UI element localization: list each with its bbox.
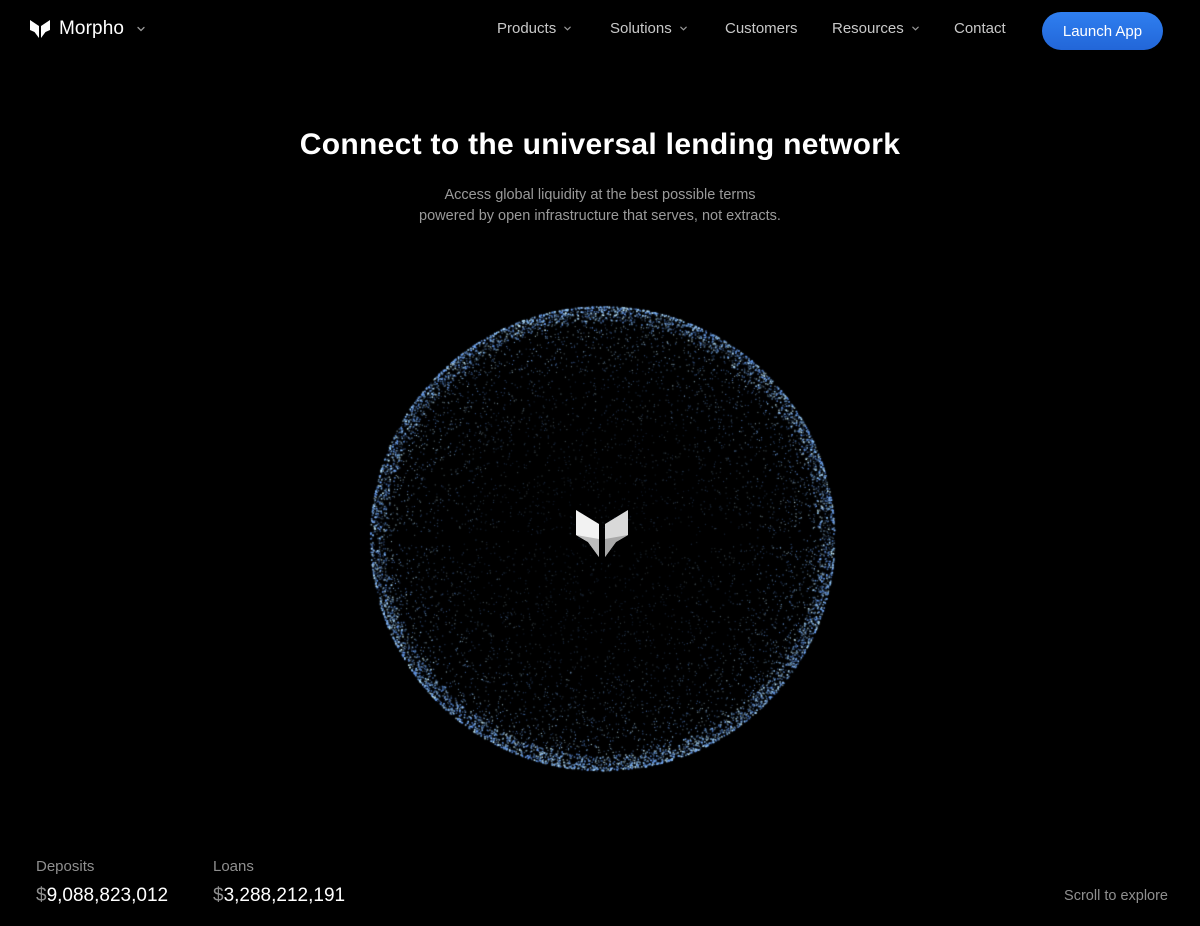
scroll-to-explore[interactable]: Scroll to explore: [1064, 888, 1168, 904]
loans-value: $3,288,212,191: [213, 885, 345, 907]
loans-stat: Loans $3,288,212,191: [213, 858, 345, 907]
deposits-value: $9,088,823,012: [36, 885, 168, 907]
deposits-stat: Deposits $9,088,823,012: [36, 858, 168, 907]
nav-item-label: Solutions: [610, 20, 672, 37]
currency-symbol: $: [213, 885, 224, 906]
hero-subtitle-line-2: powered by open infrastructure that serv…: [419, 208, 781, 224]
launch-app-button[interactable]: Launch App: [1042, 12, 1163, 50]
nav-item-customers[interactable]: Customers: [725, 20, 798, 37]
butterfly-logo-icon: [30, 20, 50, 38]
chevron-down-icon: [137, 26, 145, 32]
deposits-amount: 9,088,823,012: [46, 885, 169, 906]
nav-item-label: Resources: [832, 20, 904, 37]
hero-title: Connect to the universal lending network: [299, 128, 901, 161]
chevron-down-icon: [911, 26, 919, 31]
nav-item-label: Contact: [954, 20, 1006, 37]
nav-item-label: Products: [497, 20, 557, 37]
brand-menu[interactable]: Morpho: [29, 18, 146, 40]
brand-name: Morpho: [59, 18, 125, 39]
deposits-label: Deposits: [36, 858, 95, 875]
site-header: Morpho Products Solutions Customers Reso…: [0, 0, 1200, 62]
butterfly-logo-icon: [576, 510, 628, 557]
nav-item-label: Customers: [725, 20, 798, 37]
chevron-down-icon: [679, 26, 687, 31]
nav-item-solutions[interactable]: Solutions: [610, 20, 688, 37]
nav-item-contact[interactable]: Contact: [954, 20, 1006, 37]
nav-item-resources[interactable]: Resources: [832, 20, 920, 37]
nav-item-products[interactable]: Products: [497, 20, 572, 37]
loans-label: Loans: [213, 858, 254, 875]
currency-symbol: $: [36, 885, 47, 906]
loans-amount: 3,288,212,191: [223, 885, 346, 906]
hero-subtitle-line-1: Access global liquidity at the best poss…: [444, 187, 756, 203]
chevron-down-icon: [564, 26, 571, 31]
